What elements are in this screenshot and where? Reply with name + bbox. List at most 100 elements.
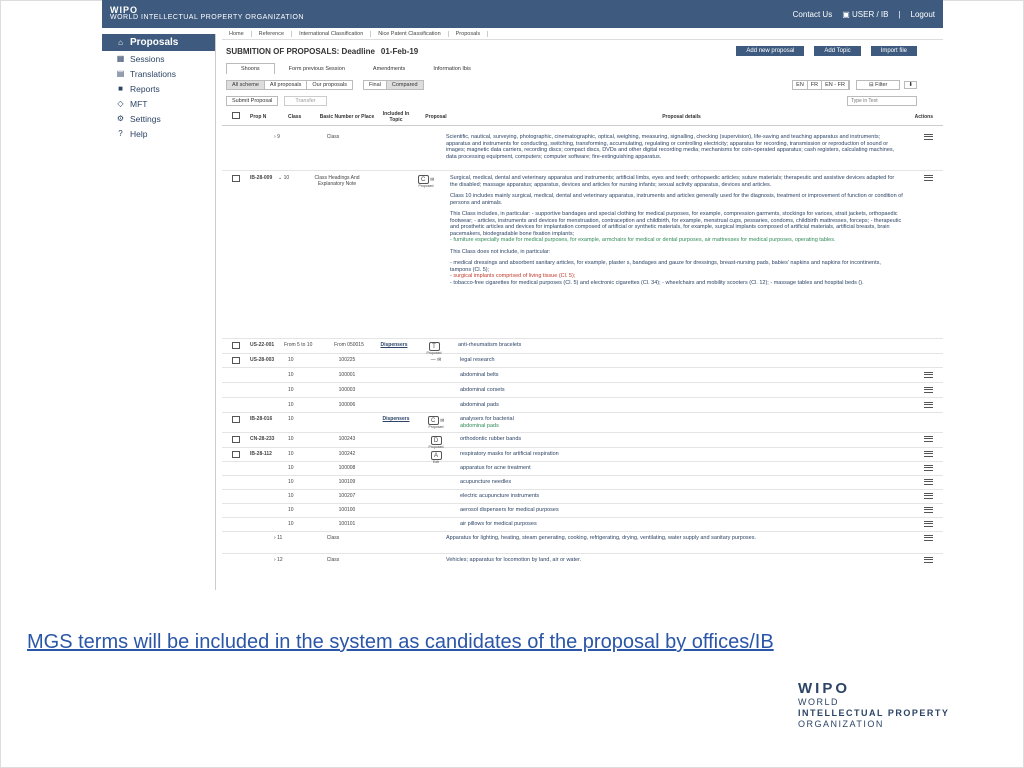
row-checkbox[interactable] <box>232 175 240 182</box>
table-row[interactable]: 10 100008 apparatus for acne treatment <box>222 462 943 476</box>
row-checkbox[interactable] <box>232 436 240 443</box>
table-row[interactable]: IB-28-009 ⌄ 10 Class Headings And Explan… <box>222 171 943 339</box>
header-proposal: Proposal <box>425 113 447 120</box>
menu-icon[interactable] <box>924 175 933 181</box>
scope-all-proposals[interactable]: All proposals <box>265 81 308 89</box>
table-row[interactable]: CN-28-233 10 100243 D Proposed orthodonti… <box>222 433 943 449</box>
crumb-reference[interactable]: Reference <box>252 30 293 37</box>
top-bar: WIPO WORLD INTELLECTUAL PROPERTY ORGANIZ… <box>102 0 943 28</box>
lang-en-fr[interactable]: EN - FR <box>822 81 850 89</box>
submit-proposal-button[interactable]: Submit Proposal <box>226 96 279 106</box>
menu-icon[interactable] <box>924 465 933 471</box>
table-row[interactable]: US-22-001 From 5 to 10 From 050015 Dispe… <box>222 339 943 355</box>
crumb-home[interactable]: Home <box>222 30 252 37</box>
sidebar-item-reports[interactable]: ■ Reports <box>102 81 215 96</box>
menu-icon[interactable] <box>924 507 933 513</box>
lang-fr[interactable]: FR <box>808 81 823 89</box>
search-input[interactable] <box>847 96 917 106</box>
table-row[interactable]: › 12 Class Vehicles; apparatus for locom… <box>222 554 943 568</box>
sidebar-item-settings[interactable]: ⚙ Settings <box>102 111 215 126</box>
table-row[interactable]: IB-28-016 10 Dispensers C ✉ Proposed anal… <box>222 413 943 433</box>
row-checkbox[interactable] <box>232 342 240 349</box>
menu-icon[interactable] <box>924 402 933 408</box>
lang-en[interactable]: EN <box>793 81 808 89</box>
menu-icon[interactable] <box>924 436 933 442</box>
download-button[interactable]: ⬇ <box>904 81 917 89</box>
folder-icon: ■ <box>118 84 123 93</box>
submit-row: Submit Proposal Transfer <box>222 94 943 108</box>
tab-amendments[interactable]: Amendments <box>359 64 419 74</box>
breadcrumb: Home Reference International Classificat… <box>222 28 943 40</box>
chevron-down-icon[interactable]: ⌄ <box>278 175 282 181</box>
contact-link[interactable]: Contact Us <box>793 10 833 19</box>
table-row[interactable]: IB-28-112 10 100242 A Edit respiratory ma… <box>222 448 943 464</box>
menu-icon[interactable] <box>924 493 933 499</box>
menu-icon[interactable] <box>924 535 933 541</box>
table-row[interactable]: US-28-003 10 100225 — ✉ legal research <box>222 354 943 368</box>
table-row[interactable]: 10 100101 air pillows for medical purpos… <box>222 518 943 532</box>
scope-our-proposals[interactable]: Our proposals <box>307 81 352 89</box>
table-row[interactable]: › 9 Class Scientific, nautical, surveyin… <box>222 126 943 171</box>
tab-information[interactable]: Information Ibis <box>419 64 485 74</box>
crumb-nice[interactable]: Nice Patent Classification <box>371 30 449 37</box>
envelope-icon[interactable]: ✉ <box>440 418 444 424</box>
table-row[interactable]: 10 100001 abdominal belts <box>222 368 943 383</box>
status-badge[interactable]: C <box>427 416 439 425</box>
menu-icon[interactable] <box>924 479 933 485</box>
status-badge[interactable]: C <box>417 175 429 184</box>
add-topic-button[interactable]: Add Topic <box>814 46 861 56</box>
scope-all-scheme[interactable]: All scheme <box>227 81 265 89</box>
menu-icon[interactable] <box>924 451 933 457</box>
tab-previous-session[interactable]: Form previous Session <box>275 64 359 74</box>
header-class: Class <box>288 113 302 120</box>
status-badge[interactable]: D <box>430 436 442 445</box>
chevron-right-icon[interactable]: › <box>274 535 276 541</box>
wipo-logo-bottom: WIPO WORLD INTELLECTUAL PROPERTY ORGANIZ… <box>798 680 950 729</box>
user-link[interactable]: ▣ USER / IB <box>842 10 888 19</box>
chevron-right-icon[interactable]: › <box>274 134 276 140</box>
table-row[interactable]: 10 100207 electric acupuncture instrumen… <box>222 490 943 504</box>
menu-icon[interactable] <box>924 372 933 378</box>
sidebar-item-mft[interactable]: ◇ MFT <box>102 96 215 111</box>
table-row[interactable]: 10 100109 acupuncture needles <box>222 476 943 490</box>
logout-link[interactable]: Logout <box>911 10 935 19</box>
add-proposal-button[interactable]: Add new proposal <box>736 46 805 56</box>
sidebar: ⌂ Proposals ▦ Sessions ▤ Translations ■ Repo… <box>102 34 216 590</box>
home-icon: ⌂ <box>118 38 123 47</box>
filter-button[interactable]: ⊟ Filter <box>856 80 901 90</box>
view-compared[interactable]: Compared <box>386 81 423 89</box>
status-badge[interactable]: A <box>430 451 442 460</box>
crumb-proposals[interactable]: Proposals <box>449 30 489 37</box>
header-basic: Basic Number or Place <box>319 113 375 120</box>
envelope-icon[interactable]: ✉ <box>437 357 441 363</box>
table-row[interactable]: 10 100100 aerosol dispensers for medical… <box>222 504 943 518</box>
table-row[interactable]: › 11 Class Apparatus for lighting, heati… <box>222 532 943 554</box>
menu-icon[interactable] <box>924 557 933 563</box>
diamond-icon: ◇ <box>117 99 124 108</box>
table-row[interactable]: 10 100003 abdominal corsets <box>222 383 943 398</box>
menu-icon[interactable] <box>924 134 933 140</box>
import-file-button[interactable]: Import file <box>870 46 917 56</box>
row-checkbox[interactable] <box>232 451 240 458</box>
transfer-button[interactable]: Transfer <box>284 96 327 106</box>
menu-icon[interactable] <box>924 521 933 527</box>
select-all-checkbox[interactable] <box>232 112 240 119</box>
sidebar-item-translations[interactable]: ▤ Translations <box>102 66 215 81</box>
row-checkbox[interactable] <box>232 416 240 423</box>
crumb-international[interactable]: International Classification <box>292 30 372 37</box>
chevron-right-icon[interactable]: › <box>274 557 276 563</box>
edit-icon[interactable]: ✉ <box>430 177 434 183</box>
download-icon: ⬇ <box>908 82 913 88</box>
status-badge[interactable]: T <box>428 342 440 351</box>
row-checkbox[interactable] <box>232 357 240 364</box>
app-screenshot: WIPO WORLD INTELLECTUAL PROPERTY ORGANIZ… <box>102 0 943 590</box>
sidebar-item-sessions[interactable]: ▦ Sessions <box>102 51 215 66</box>
table-row[interactable]: 10 100006 abdominal pads <box>222 398 943 413</box>
sidebar-item-proposals[interactable]: ⌂ Proposals <box>102 34 215 51</box>
view-final[interactable]: Final <box>364 81 387 89</box>
sidebar-item-help[interactable]: ? Help <box>102 126 215 141</box>
header-actions: Actions <box>914 113 933 120</box>
filter-row: All scheme All proposals Our proposals F… <box>222 78 943 92</box>
menu-icon[interactable] <box>924 387 933 393</box>
tab-shoons[interactable]: Shoons <box>226 63 275 74</box>
